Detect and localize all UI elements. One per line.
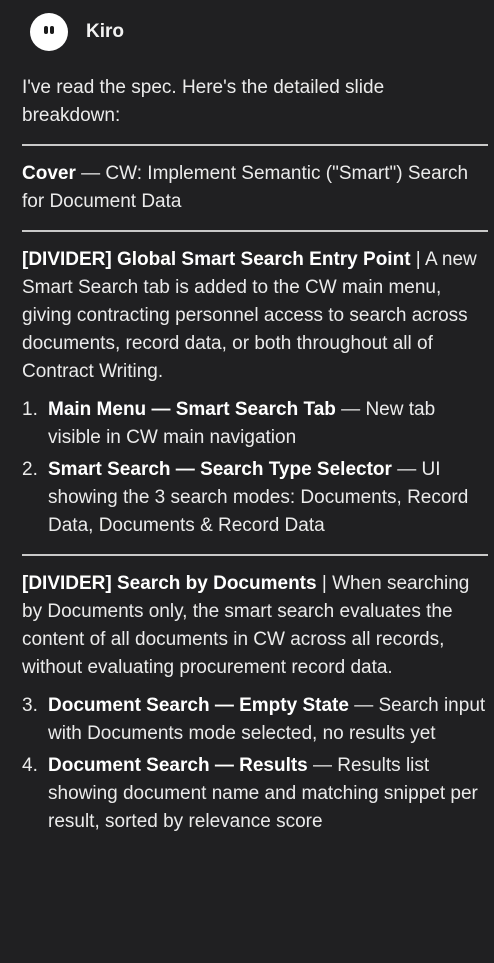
item-body: Document Search — Results — Results list…	[48, 752, 486, 836]
message-header: Kiro	[22, 0, 486, 64]
item-number: 3.	[22, 695, 38, 716]
cover-line: Cover — CW: Implement Semantic ("Smart")…	[22, 160, 486, 216]
chat-panel: Kiro I've read the spec. Here's the deta…	[0, 0, 494, 963]
list-item: 4. Document Search — Results — Results l…	[22, 752, 486, 836]
divider-rule	[22, 554, 488, 556]
list-item: 2. Smart Search — Search Type Selector —…	[22, 456, 486, 540]
avatar-eye-left	[44, 26, 48, 34]
avatar-eye-right	[50, 26, 54, 34]
divider-rule	[22, 144, 488, 146]
cover-text: — CW: Implement Semantic ("Smart") Searc…	[22, 163, 469, 212]
item-title: Document Search — Empty State	[48, 695, 349, 716]
kiro-ghost-icon	[30, 13, 68, 51]
item-title: Main Menu — Smart Search Tab	[48, 399, 336, 420]
item-body: Main Menu — Smart Search Tab — New tab v…	[48, 396, 486, 452]
slide-list: 3. Document Search — Empty State — Searc…	[22, 692, 486, 836]
item-title: Smart Search — Search Type Selector	[48, 459, 392, 480]
section-title: [DIVIDER] Global Smart Search Entry Poin…	[22, 249, 411, 270]
author-name: Kiro	[86, 21, 124, 42]
item-title: Document Search — Results	[48, 755, 308, 776]
divider-rule	[22, 230, 488, 232]
list-item: 1. Main Menu — Smart Search Tab — New ta…	[22, 396, 486, 452]
section-title: [DIVIDER] Search by Documents	[22, 573, 317, 594]
section-search-by-documents: [DIVIDER] Search by Documents | When sea…	[22, 570, 486, 682]
section-global-smart-search: [DIVIDER] Global Smart Search Entry Poin…	[22, 246, 486, 386]
item-number: 4.	[22, 755, 38, 776]
intro-text: I've read the spec. Here's the detailed …	[22, 77, 385, 126]
item-body: Smart Search — Search Type Selector — UI…	[48, 456, 486, 540]
list-item: 3. Document Search — Empty State — Searc…	[22, 692, 486, 748]
item-number: 1.	[22, 399, 38, 420]
item-number: 2.	[22, 459, 38, 480]
cover-label: Cover	[22, 163, 76, 184]
slide-list: 1. Main Menu — Smart Search Tab — New ta…	[22, 396, 486, 540]
item-body: Document Search — Empty State — Search i…	[48, 692, 486, 748]
